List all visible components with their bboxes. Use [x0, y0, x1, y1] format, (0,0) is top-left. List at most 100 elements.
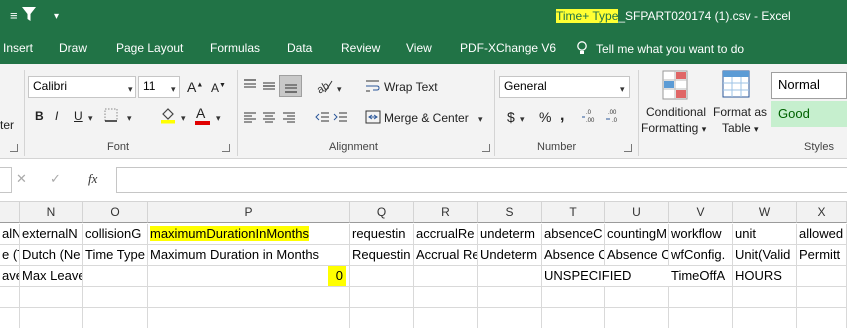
cell[interactable] [83, 308, 148, 328]
cell[interactable] [478, 308, 542, 328]
cell[interactable] [542, 308, 605, 328]
tab-formulas[interactable]: Formulas [210, 41, 260, 55]
comma-style-button[interactable]: , [560, 107, 564, 125]
conditional-formatting-label-2[interactable]: Formatting ▾ [641, 121, 706, 135]
format-as-table-icon[interactable] [722, 70, 750, 103]
orientation-icon[interactable]: ab [315, 78, 333, 97]
cell[interactable] [669, 287, 733, 308]
align-top-icon[interactable] [242, 78, 258, 97]
cell[interactable]: UNSPECIFIED [542, 266, 669, 287]
enter-icon[interactable]: ✓ [50, 171, 61, 187]
name-box[interactable] [0, 167, 12, 193]
qat-more-icon[interactable]: ≡ [10, 8, 18, 23]
number-launcher-icon[interactable] [624, 144, 632, 152]
column-header-w[interactable]: W [733, 202, 797, 223]
italic-button[interactable]: I [55, 109, 58, 123]
font-name-dropdown-icon[interactable]: ▾ [128, 84, 133, 95]
align-bottom-icon[interactable] [279, 75, 302, 97]
borders-icon[interactable] [104, 108, 118, 125]
cell-max-duration-value[interactable]: 0 [148, 266, 350, 287]
column-header-r[interactable]: R [414, 202, 478, 223]
column-header-p[interactable]: P [148, 202, 350, 223]
column-header-o[interactable]: O [83, 202, 148, 223]
cell[interactable]: Absence C [605, 245, 669, 266]
fill-color-icon[interactable] [160, 106, 176, 127]
cell[interactable]: allowed [797, 224, 847, 245]
increase-decimal-icon[interactable]: .0.00 [582, 108, 600, 127]
cell[interactable] [350, 308, 414, 328]
tab-draw[interactable]: Draw [59, 41, 87, 55]
font-launcher-icon[interactable] [222, 144, 230, 152]
cell[interactable] [148, 308, 350, 328]
bold-button[interactable]: B [35, 109, 44, 123]
column-header-s[interactable]: S [478, 202, 542, 223]
font-color-dropdown-icon[interactable]: ▾ [216, 113, 221, 124]
tab-view[interactable]: View [406, 41, 432, 55]
align-left-icon[interactable] [242, 111, 258, 128]
font-name-box[interactable]: Calibri [28, 76, 136, 98]
clipboard-launcher-icon[interactable] [10, 144, 18, 152]
cell[interactable] [797, 308, 847, 328]
borders-dropdown-icon[interactable]: ▾ [127, 113, 132, 124]
cell[interactable] [83, 287, 148, 308]
cell[interactable] [0, 308, 20, 328]
cell[interactable] [797, 266, 847, 287]
align-middle-icon[interactable] [261, 78, 277, 97]
cell[interactable] [350, 287, 414, 308]
grow-font-icon[interactable]: A▲ [187, 79, 203, 95]
column-header-x[interactable]: X [797, 202, 847, 223]
cell-max-duration-header[interactable]: maximumDurationInMonths [148, 224, 350, 245]
cell[interactable] [0, 287, 20, 308]
cancel-icon[interactable]: ✕ [16, 171, 27, 187]
cell[interactable] [797, 287, 847, 308]
cell[interactable] [20, 287, 83, 308]
cell[interactable]: requestin [350, 224, 414, 245]
cell[interactable]: HOURS [733, 266, 797, 287]
percent-style-button[interactable]: % [539, 109, 551, 125]
cell[interactable]: undeterm [478, 224, 542, 245]
cell[interactable]: Maximum Duration in Months [148, 245, 350, 266]
conditional-formatting-label-1[interactable]: Conditional [644, 105, 708, 119]
cell[interactable] [20, 308, 83, 328]
tab-page-layout[interactable]: Page Layout [116, 41, 183, 55]
format-as-table-label-1[interactable]: Format as [713, 105, 767, 119]
cell[interactable]: Accrual Re [414, 245, 478, 266]
cell[interactable] [605, 287, 669, 308]
tab-review[interactable]: Review [341, 41, 380, 55]
cell[interactable]: Unit(Valid [733, 245, 797, 266]
column-header-t[interactable]: T [542, 202, 605, 223]
cell[interactable]: TimeOffA [669, 266, 733, 287]
cell[interactable]: wfConfig. [669, 245, 733, 266]
cell[interactable] [478, 266, 542, 287]
cell[interactable] [478, 287, 542, 308]
cell[interactable] [148, 287, 350, 308]
cell[interactable] [414, 287, 478, 308]
column-header-u[interactable]: U [605, 202, 669, 223]
format-as-table-label-2[interactable]: Table ▾ [722, 121, 759, 135]
cell[interactable] [605, 308, 669, 328]
cell[interactable] [414, 266, 478, 287]
cell[interactable]: Max Leave [20, 266, 83, 287]
cell[interactable]: workflow [669, 224, 733, 245]
font-size-dropdown-icon[interactable]: ▾ [171, 84, 176, 95]
cell[interactable]: Absence C [542, 245, 605, 266]
cell[interactable]: externalN [20, 224, 83, 245]
tab-data[interactable]: Data [287, 41, 312, 55]
merge-dropdown-icon[interactable]: ▾ [478, 114, 483, 125]
shrink-font-icon[interactable]: A▼ [211, 81, 226, 95]
cell[interactable]: collisionG [83, 224, 148, 245]
underline-button[interactable]: U [74, 109, 83, 123]
align-center-icon[interactable] [261, 111, 277, 128]
qat-dropdown-icon[interactable]: ▾ [54, 11, 59, 22]
cell[interactable]: countingM [605, 224, 669, 245]
cell[interactable]: accrualRe [414, 224, 478, 245]
cell[interactable]: e (T [0, 245, 20, 266]
column-header-n[interactable]: N [20, 202, 83, 223]
tell-me-box[interactable]: Tell me what you want to do [576, 41, 744, 56]
cell[interactable] [83, 266, 148, 287]
column-header-q[interactable]: Q [350, 202, 414, 223]
cell[interactable]: absenceC [542, 224, 605, 245]
number-format-box[interactable]: General [499, 76, 630, 98]
cell[interactable] [733, 287, 797, 308]
cell[interactable]: unit [733, 224, 797, 245]
